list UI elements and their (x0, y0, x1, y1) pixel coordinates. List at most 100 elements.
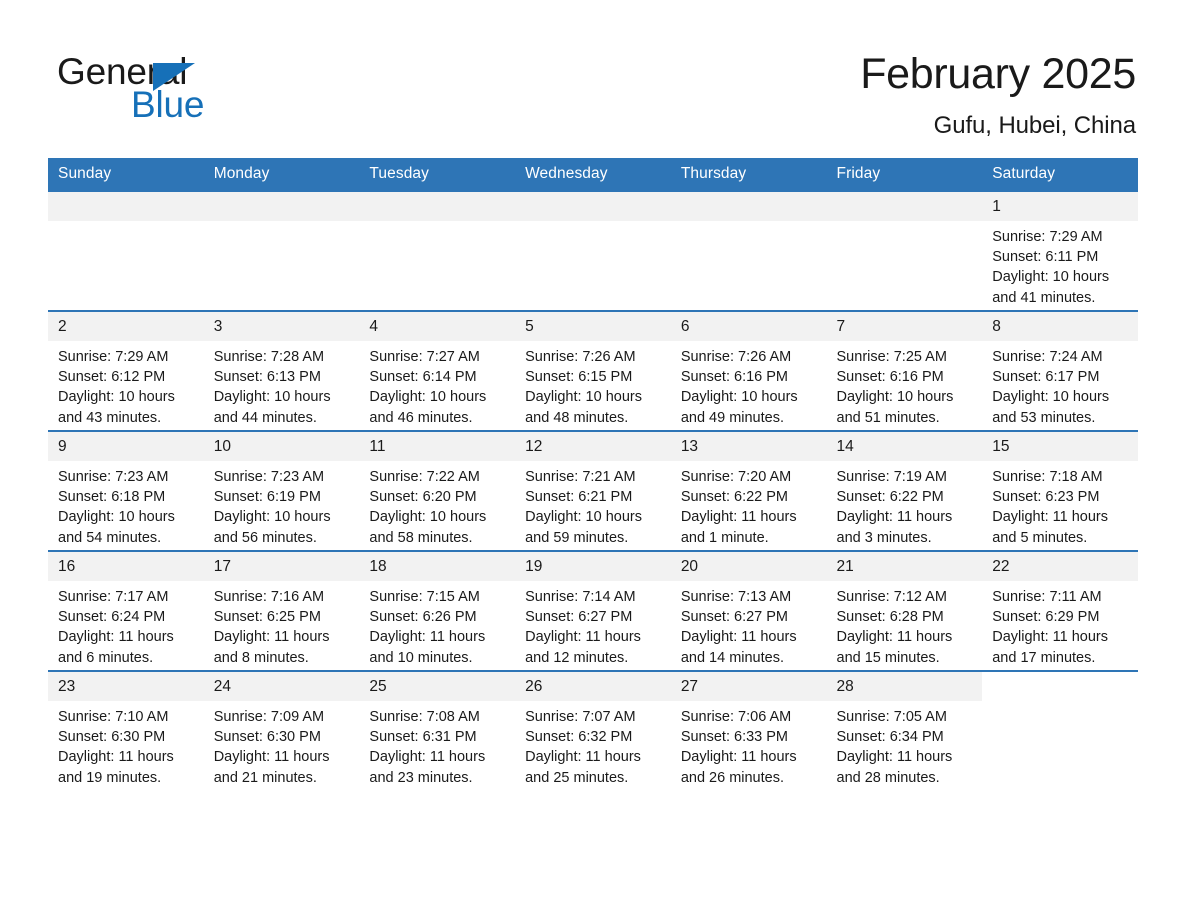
weekday-monday: Monday (203, 158, 360, 191)
daylight-text: Daylight: 10 hours and 43 minutes. (58, 389, 175, 426)
day-details: Sunrise: 7:11 AM Sunset: 6:29 PM Daylight:… (982, 581, 1138, 668)
calendar-day-cell[interactable]: 27 Sunrise: 7:06 AM Sunset: 6:33 PM Dayligh… (670, 670, 827, 790)
day-number: 27 (670, 672, 827, 701)
calendar-day-cell[interactable]: 18 Sunrise: 7:15 AM Sunset: 6:26 PM Dayligh… (359, 550, 516, 671)
calendar-cell-empty (670, 190, 827, 311)
sunrise-text: Sunrise: 7:06 AM (680, 709, 792, 725)
calendar-day-cell[interactable]: 8 Sunrise: 7:24 AM Sunset: 6:17 PM Daylight… (982, 310, 1138, 431)
sunset-text: Sunset: 6:27 PM (525, 609, 633, 626)
calendar-day-cell[interactable]: 11 Sunrise: 7:22 AM Sunset: 6:20 PM Dayligh… (359, 430, 516, 551)
calendar-day-cell[interactable]: 23 Sunrise: 7:10 AM Sunset: 6:30 PM Dayligh… (48, 670, 204, 790)
weekday-friday: Friday (826, 158, 983, 191)
day-number: 25 (359, 672, 516, 701)
day-number: 24 (203, 672, 360, 701)
calendar-day-cell[interactable]: 12 Sunrise: 7:21 AM Sunset: 6:21 PM Dayligh… (515, 430, 671, 551)
sunset-text: Sunset: 6:27 PM (680, 609, 789, 626)
calendar-day-cell[interactable]: 1 Sunrise: 7:29 AM Sunset: 6:11 PM Daylight… (982, 190, 1138, 311)
calendar-day-cell[interactable]: 20 Sunrise: 7:13 AM Sunset: 6:27 PM Dayligh… (670, 550, 827, 671)
sunset-text: Sunset: 6:13 PM (213, 369, 321, 386)
sunset-text: Sunset: 6:31 PM (369, 729, 477, 746)
daylight-text: Daylight: 10 hours and 51 minutes. (836, 389, 954, 426)
sunrise-text: Sunrise: 7:16 AM (213, 589, 325, 605)
sunrise-text: Sunrise: 7:24 AM (992, 349, 1103, 365)
daylight-text: Daylight: 11 hours and 14 minutes. (680, 629, 797, 666)
calendar-day-cell[interactable]: 3 Sunrise: 7:28 AM Sunset: 6:13 PM Daylight… (203, 310, 360, 431)
sunrise-text: Sunrise: 7:26 AM (525, 349, 636, 365)
sunrise-text: Sunrise: 7:22 AM (369, 469, 480, 485)
title-block: February 2025 Gufu, Hubei, China (860, 48, 1136, 142)
day-details: Sunrise: 7:20 AM Sunset: 6:22 PM Daylight:… (671, 461, 827, 548)
calendar-day-cell[interactable]: 26 Sunrise: 7:07 AM Sunset: 6:32 PM Dayligh… (515, 670, 671, 790)
brand-logo[interactable]: General Blue (57, 52, 287, 128)
brand-name-blue: Blue (131, 84, 205, 125)
sunrise-text: Sunrise: 7:25 AM (836, 349, 947, 365)
daylight-text: Daylight: 11 hours and 5 minutes. (992, 509, 1109, 546)
day-details: Sunrise: 7:09 AM Sunset: 6:30 PM Daylight:… (204, 701, 360, 788)
sunrise-text: Sunrise: 7:20 AM (680, 469, 792, 485)
calendar-week-row: 9 Sunrise: 7:23 AM Sunset: 6:18 PM Daylight… (48, 430, 1138, 551)
calendar-day-cell[interactable]: 22 Sunrise: 7:11 AM Sunset: 6:29 PM Dayligh… (982, 550, 1138, 671)
page-header: General Blue February 2025 Gufu, Hubei, … (0, 0, 1188, 158)
calendar-cell-empty (48, 190, 204, 311)
calendar-body: 1 Sunrise: 7:29 AM Sunset: 6:11 PM Daylight… (48, 190, 1138, 790)
day-details: Sunrise: 7:22 AM Sunset: 6:20 PM Daylight:… (359, 461, 515, 548)
calendar-day-cell[interactable]: 5 Sunrise: 7:26 AM Sunset: 6:15 PM Daylight… (515, 310, 671, 431)
calendar-day-cell[interactable]: 7 Sunrise: 7:25 AM Sunset: 6:16 PM Daylight… (826, 310, 983, 431)
day-number: 8 (982, 312, 1138, 341)
day-details: Sunrise: 7:29 AM Sunset: 6:11 PM Daylight:… (982, 221, 1138, 308)
day-details: Sunrise: 7:28 AM Sunset: 6:13 PM Daylight:… (204, 341, 360, 428)
calendar-day-cell[interactable]: 28 Sunrise: 7:05 AM Sunset: 6:34 PM Dayligh… (826, 670, 983, 790)
sunset-text: Sunset: 6:11 PM (992, 249, 1099, 266)
calendar-day-cell[interactable]: 9 Sunrise: 7:23 AM Sunset: 6:18 PM Daylight… (48, 430, 204, 551)
day-details: Sunrise: 7:12 AM Sunset: 6:28 PM Daylight:… (827, 581, 983, 668)
sunset-text: Sunset: 6:30 PM (213, 729, 321, 746)
daylight-text: Daylight: 10 hours and 48 minutes. (525, 389, 642, 426)
day-number: 2 (48, 312, 204, 341)
sunset-text: Sunset: 6:22 PM (836, 489, 944, 506)
calendar-day-cell[interactable]: 16 Sunrise: 7:17 AM Sunset: 6:24 PM Dayligh… (48, 550, 204, 671)
day-number: 21 (826, 552, 983, 581)
day-details: Sunrise: 7:26 AM Sunset: 6:15 PM Daylight:… (515, 341, 671, 428)
sunrise-text: Sunrise: 7:27 AM (369, 349, 480, 365)
page-title: February 2025 (860, 50, 1136, 98)
calendar-day-cell[interactable]: 6 Sunrise: 7:26 AM Sunset: 6:16 PM Daylight… (670, 310, 827, 431)
weekday-header: Sunday Monday Tuesday Wednesday Thursday… (48, 158, 1138, 191)
calendar-header-row: Sunday Monday Tuesday Wednesday Thursday… (48, 158, 1138, 191)
calendar-day-cell[interactable]: 24 Sunrise: 7:09 AM Sunset: 6:30 PM Dayligh… (203, 670, 360, 790)
day-details: Sunrise: 7:25 AM Sunset: 6:16 PM Daylight:… (827, 341, 983, 428)
day-number: 19 (515, 552, 671, 581)
day-number: 5 (515, 312, 671, 341)
daylight-text: Daylight: 10 hours and 53 minutes. (992, 389, 1110, 426)
sunset-text: Sunset: 6:18 PM (58, 489, 166, 506)
calendar-week-row: 16 Sunrise: 7:17 AM Sunset: 6:24 PM Dayligh… (48, 550, 1138, 671)
daylight-text: Daylight: 11 hours and 26 minutes. (680, 749, 797, 786)
daylight-text: Daylight: 10 hours and 59 minutes. (525, 509, 642, 546)
calendar-cell-empty (982, 670, 1138, 790)
day-details: Sunrise: 7:24 AM Sunset: 6:17 PM Daylight:… (982, 341, 1138, 428)
calendar-day-cell[interactable]: 17 Sunrise: 7:16 AM Sunset: 6:25 PM Dayligh… (203, 550, 360, 671)
day-details: Sunrise: 7:16 AM Sunset: 6:25 PM Daylight:… (204, 581, 360, 668)
day-details: Sunrise: 7:15 AM Sunset: 6:26 PM Daylight:… (359, 581, 515, 668)
calendar-day-cell[interactable]: 15 Sunrise: 7:18 AM Sunset: 6:23 PM Dayligh… (982, 430, 1138, 551)
sunset-text: Sunset: 6:19 PM (213, 489, 321, 506)
calendar-day-cell[interactable]: 19 Sunrise: 7:14 AM Sunset: 6:27 PM Dayligh… (515, 550, 671, 671)
sunset-text: Sunset: 6:24 PM (58, 609, 166, 626)
sunrise-text: Sunrise: 7:15 AM (369, 589, 480, 605)
day-details: Sunrise: 7:05 AM Sunset: 6:34 PM Daylight:… (827, 701, 983, 788)
daylight-text: Daylight: 10 hours and 56 minutes. (213, 509, 331, 546)
daylight-text: Daylight: 10 hours and 58 minutes. (369, 509, 487, 546)
daylight-text: Daylight: 10 hours and 54 minutes. (58, 509, 175, 546)
calendar-day-cell[interactable]: 14 Sunrise: 7:19 AM Sunset: 6:22 PM Dayligh… (826, 430, 983, 551)
calendar-day-cell[interactable]: 21 Sunrise: 7:12 AM Sunset: 6:28 PM Dayligh… (826, 550, 983, 671)
calendar-day-cell[interactable]: 4 Sunrise: 7:27 AM Sunset: 6:14 PM Daylight… (359, 310, 516, 431)
calendar-week-row: 1 Sunrise: 7:29 AM Sunset: 6:11 PM Daylight… (48, 190, 1138, 311)
day-number: 7 (826, 312, 983, 341)
sunset-text: Sunset: 6:17 PM (992, 369, 1100, 386)
calendar-day-cell[interactable]: 2 Sunrise: 7:29 AM Sunset: 6:12 PM Daylight… (48, 310, 204, 431)
day-number (515, 192, 671, 221)
day-details: Sunrise: 7:07 AM Sunset: 6:32 PM Daylight:… (515, 701, 671, 788)
day-number: 1 (982, 192, 1138, 221)
calendar-day-cell[interactable]: 13 Sunrise: 7:20 AM Sunset: 6:22 PM Dayligh… (670, 430, 827, 551)
calendar-day-cell[interactable]: 25 Sunrise: 7:08 AM Sunset: 6:31 PM Dayligh… (359, 670, 516, 790)
calendar-day-cell[interactable]: 10 Sunrise: 7:23 AM Sunset: 6:19 PM Dayligh… (203, 430, 360, 551)
